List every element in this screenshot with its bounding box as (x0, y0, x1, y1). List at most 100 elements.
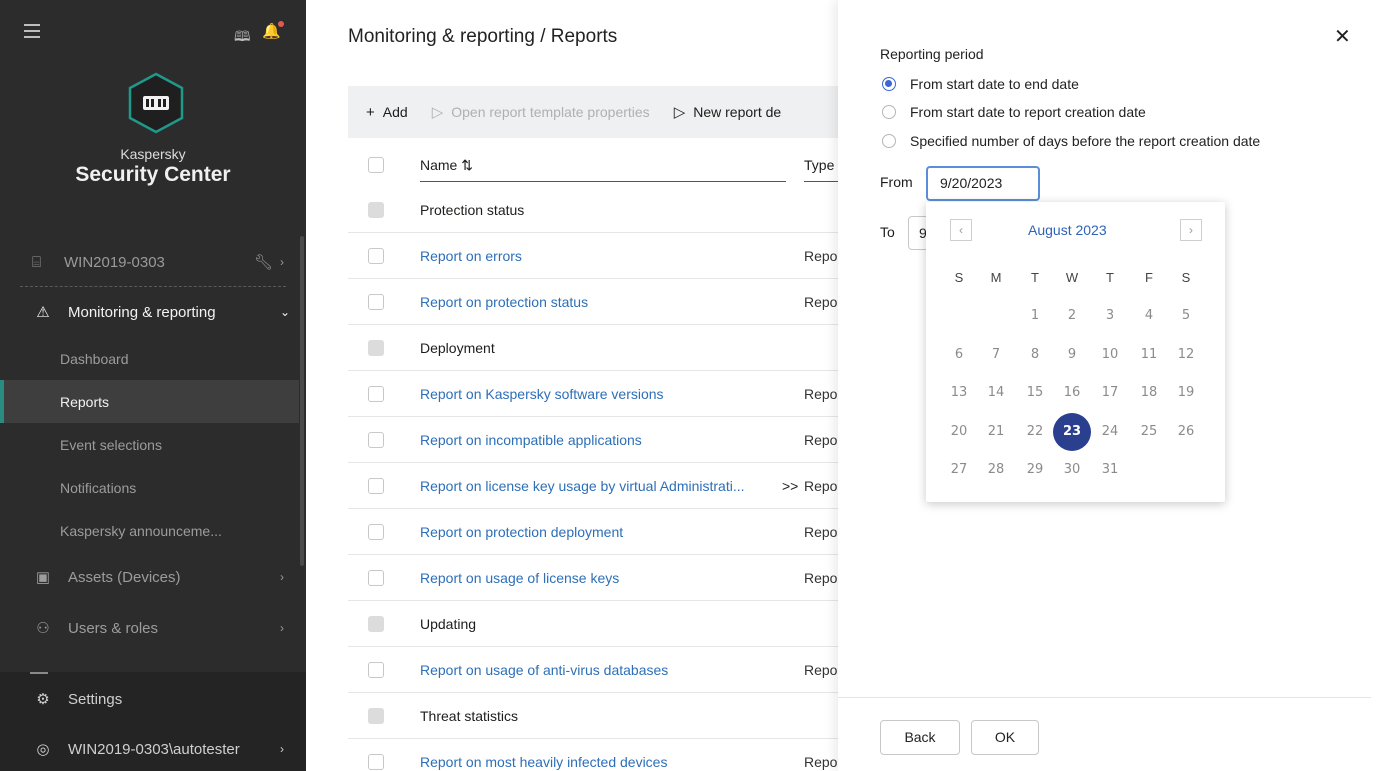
report-link[interactable]: Report on errors (420, 248, 522, 264)
calendar-day[interactable]: 15 (1020, 385, 1050, 400)
report-link[interactable]: Report on most heavily infected devices (420, 754, 667, 770)
calendar-day[interactable]: 20 (944, 424, 974, 439)
calendar-day[interactable]: 7 (981, 347, 1011, 362)
new-report-button[interactable]: ▷ New report de (674, 103, 781, 121)
calendar-day[interactable]: 14 (981, 385, 1011, 400)
calendar-day[interactable]: 3 (1095, 308, 1125, 323)
sidebar-item-account[interactable]: ◎ WIN2019-0303\autotester › (0, 727, 306, 771)
sidebar-item-users[interactable]: ⚇ Users & roles › (0, 606, 306, 650)
table-row[interactable]: Report on usage of license keys Repo (348, 555, 848, 601)
report-link[interactable]: Report on incompatible applications (420, 432, 642, 448)
table-row[interactable]: Report on incompatible applications Repo (348, 417, 848, 463)
table-row[interactable]: Report on most heavily infected devices R… (348, 739, 848, 771)
calendar-day-selected[interactable]: 23 (1053, 412, 1091, 451)
column-header-name[interactable]: Name ⇅ (420, 157, 473, 174)
calendar-day[interactable]: 12 (1171, 347, 1201, 362)
sidebar-item-assets[interactable]: ▣ Assets (Devices) › (0, 555, 306, 599)
row-checkbox[interactable] (368, 478, 384, 494)
wrench-icon[interactable]: 🔧︎ (254, 253, 273, 271)
ok-button[interactable]: OK (971, 720, 1039, 755)
row-checkbox[interactable] (368, 570, 384, 586)
report-link[interactable]: Report on protection status (420, 294, 588, 310)
calendar-day[interactable]: 25 (1134, 424, 1164, 439)
calendar-day[interactable]: 24 (1095, 424, 1125, 439)
radio-button[interactable] (882, 105, 896, 119)
table-row[interactable]: Report on license key usage by virtual A… (348, 463, 848, 509)
chevron-left-icon[interactable]: ‹ (950, 219, 972, 241)
book-icon[interactable]: 🕮 (234, 26, 251, 50)
group-row[interactable]: Deployment (348, 325, 848, 371)
menu-icon[interactable] (24, 24, 40, 42)
sidebar-item-reports[interactable]: Reports (0, 380, 299, 423)
calendar-day[interactable]: 17 (1095, 385, 1125, 400)
calendar-day[interactable]: 18 (1134, 385, 1164, 400)
calendar-day[interactable]: 27 (944, 462, 974, 477)
radio-button[interactable] (882, 134, 896, 148)
calendar-day[interactable]: 29 (1020, 462, 1050, 477)
calendar-month-year[interactable]: August 2023 (1028, 222, 1107, 238)
calendar-day[interactable]: 16 (1057, 385, 1087, 400)
calendar-day[interactable]: 13 (944, 385, 974, 400)
calendar-day[interactable]: 30 (1057, 462, 1087, 477)
table-row[interactable]: Report on protection deployment Repo (348, 509, 848, 555)
more-link[interactable]: >> (782, 478, 798, 494)
row-checkbox[interactable] (368, 340, 384, 356)
column-header-type[interactable]: Type (804, 157, 834, 173)
radio-option-start-creation[interactable]: From start date to report creation date (882, 104, 1146, 120)
chevron-right-icon[interactable]: › (1180, 219, 1202, 241)
calendar-day[interactable]: 6 (944, 347, 974, 362)
table-row[interactable]: Report on protection status Repo (348, 279, 848, 325)
sidebar-scrollbar[interactable] (300, 236, 304, 566)
select-all-checkbox[interactable] (368, 157, 384, 173)
group-row[interactable]: Threat statistics (348, 693, 848, 739)
calendar-day[interactable]: 28 (981, 462, 1011, 477)
calendar-day[interactable]: 5 (1171, 308, 1201, 323)
calendar-day[interactable]: 4 (1134, 308, 1164, 323)
row-checkbox[interactable] (368, 754, 384, 770)
back-button[interactable]: Back (880, 720, 960, 755)
calendar-day[interactable]: 10 (1095, 347, 1125, 362)
sidebar-item-announcements[interactable]: Kaspersky announceme... (0, 509, 299, 552)
calendar-day[interactable]: 21 (981, 424, 1011, 439)
open-properties-button[interactable]: ▷ Open report template properties (432, 103, 650, 121)
bell-icon[interactable]: 🔔 (262, 21, 284, 40)
row-checkbox[interactable] (368, 294, 384, 310)
radio-option-start-end[interactable]: From start date to end date (882, 76, 1079, 92)
row-checkbox[interactable] (368, 248, 384, 264)
close-icon[interactable]: ✕ (1334, 24, 1351, 49)
row-checkbox[interactable] (368, 662, 384, 678)
table-row[interactable]: Report on usage of anti-virus databases R… (348, 647, 848, 693)
report-link[interactable]: Report on usage of anti-virus databases (420, 662, 668, 678)
report-link[interactable]: Report on protection deployment (420, 524, 623, 540)
group-row[interactable]: Protection status (348, 187, 848, 233)
sidebar-item-dashboard[interactable]: Dashboard (0, 337, 299, 380)
calendar-day[interactable]: 11 (1134, 347, 1164, 362)
add-button[interactable]: + Add (366, 104, 408, 121)
row-checkbox[interactable] (368, 708, 384, 724)
calendar-day[interactable]: 2 (1057, 308, 1087, 323)
from-date-input[interactable]: 9/20/2023 (926, 166, 1040, 201)
group-row[interactable]: Updating (348, 601, 848, 647)
row-checkbox[interactable] (368, 616, 384, 632)
row-checkbox[interactable] (368, 386, 384, 402)
sidebar-item-event-selections[interactable]: Event selections (0, 423, 299, 466)
calendar-day[interactable]: 8 (1020, 347, 1050, 362)
sidebar-item-monitoring[interactable]: ⚠︎ Monitoring & reporting ⌄ (0, 290, 306, 334)
table-row[interactable]: Report on Kaspersky software versions Rep… (348, 371, 848, 417)
radio-button[interactable] (882, 77, 896, 91)
calendar-day[interactable]: 9 (1057, 347, 1087, 362)
sidebar-item-notifications[interactable]: Notifications (0, 466, 299, 509)
calendar-day[interactable]: 1 (1020, 308, 1050, 323)
sidebar-item-device[interactable]: ⌸ WIN2019-0303 🔧︎ › (0, 240, 306, 284)
table-row[interactable]: Report on errors Repo (348, 233, 848, 279)
radio-option-days-before[interactable]: Specified number of days before the repo… (882, 133, 1260, 149)
row-checkbox[interactable] (368, 524, 384, 540)
sidebar-item-settings[interactable]: ⚙︎ Settings (0, 677, 306, 721)
row-checkbox[interactable] (368, 432, 384, 448)
row-checkbox[interactable] (368, 202, 384, 218)
calendar-day[interactable]: 22 (1020, 424, 1050, 439)
report-link[interactable]: Report on license key usage by virtual A… (420, 478, 745, 494)
report-link[interactable]: Report on Kaspersky software versions (420, 386, 664, 402)
calendar-day[interactable]: 26 (1171, 424, 1201, 439)
calendar-day[interactable]: 19 (1171, 385, 1201, 400)
